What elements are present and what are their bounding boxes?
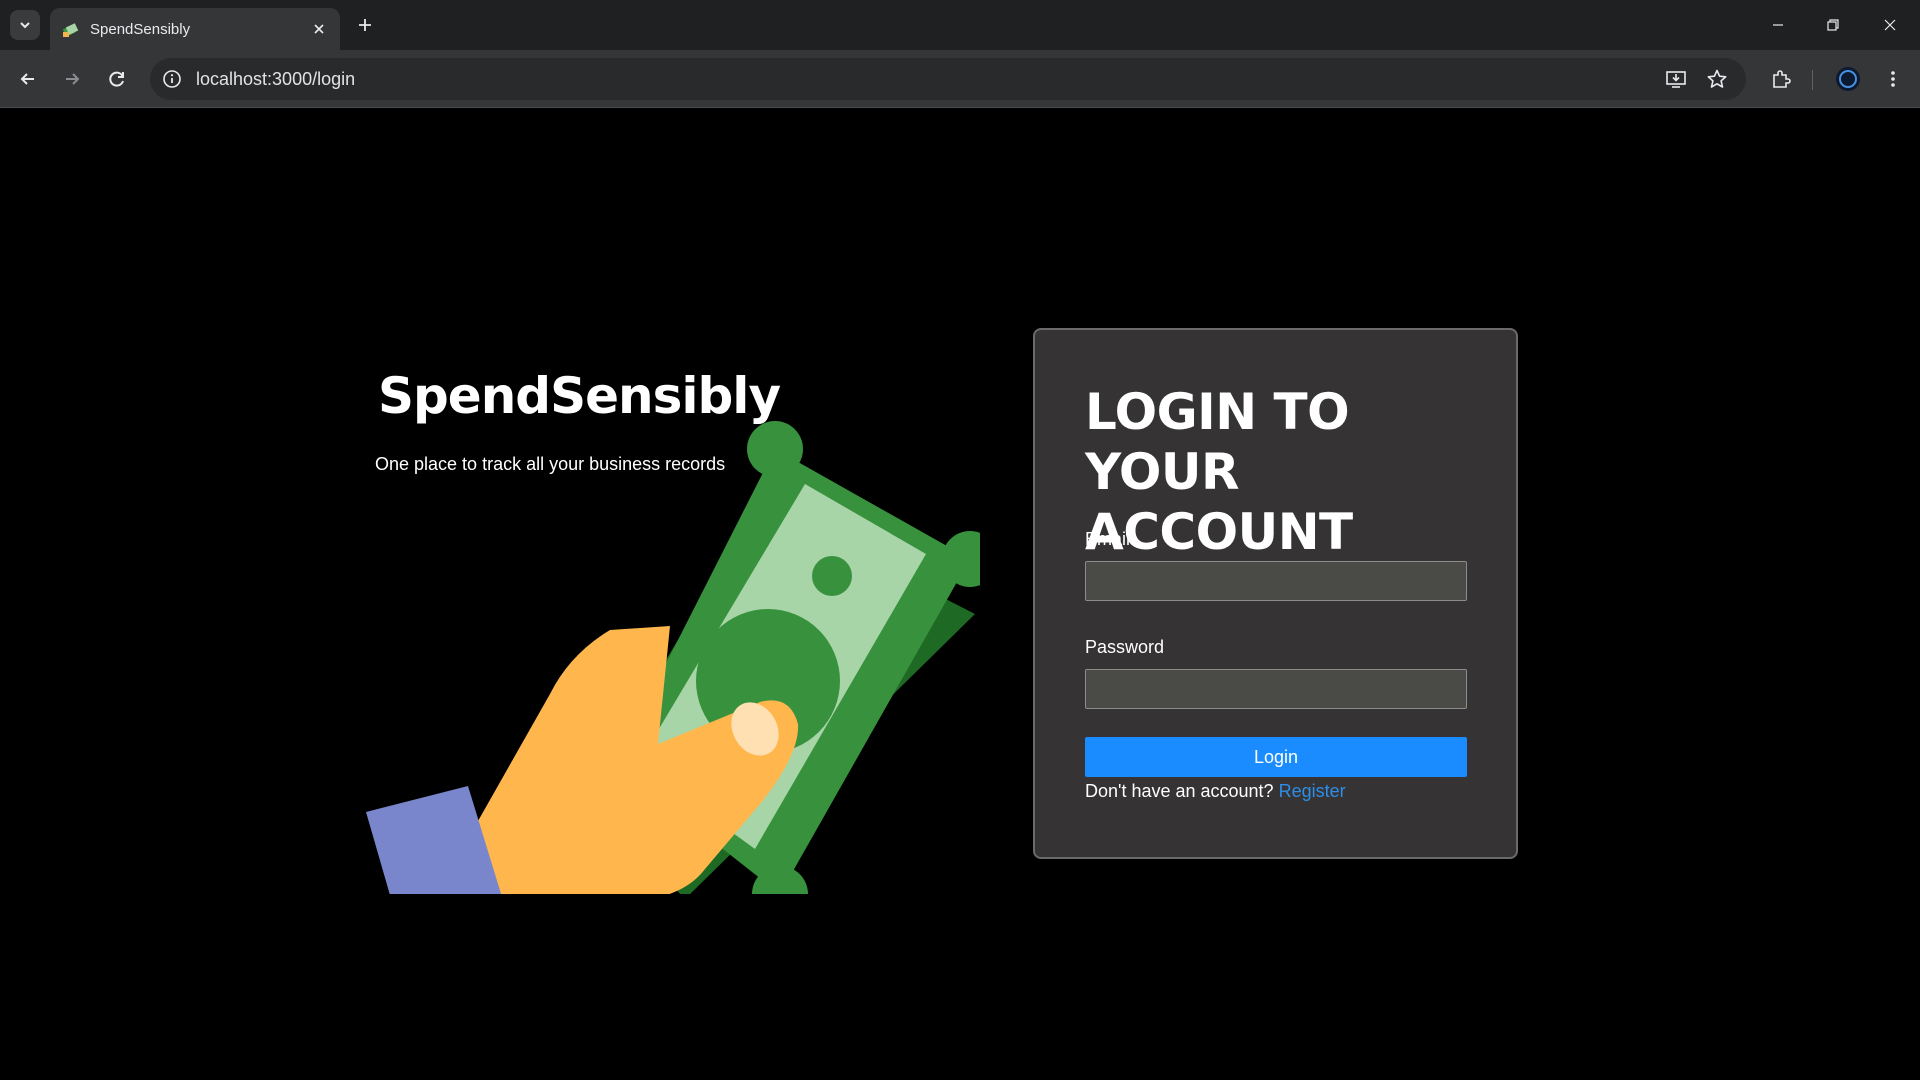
back-button[interactable] bbox=[12, 63, 44, 95]
email-field[interactable] bbox=[1085, 561, 1467, 601]
profile-button[interactable] bbox=[1832, 63, 1864, 95]
menu-icon bbox=[1891, 71, 1895, 87]
info-icon bbox=[163, 70, 181, 88]
page-content: SpendSensibly One place to track all you… bbox=[0, 109, 1920, 1080]
profile-icon bbox=[1836, 67, 1860, 91]
reload-icon bbox=[109, 71, 124, 87]
login-card: LOGIN TO YOUR ACCOUNT Email Password Log… bbox=[1033, 328, 1518, 859]
url-text: localhost:3000/login bbox=[196, 69, 356, 89]
address-bar[interactable]: localhost:3000/login bbox=[150, 58, 1746, 100]
new-tab-button[interactable] bbox=[352, 12, 378, 38]
tab-list-button[interactable] bbox=[10, 10, 40, 40]
active-tab[interactable]: SpendSensibly bbox=[50, 8, 340, 50]
bookmark-button[interactable] bbox=[1703, 65, 1731, 93]
login-heading: LOGIN TO YOUR ACCOUNT bbox=[1085, 383, 1353, 561]
register-link[interactable]: Register bbox=[1279, 781, 1346, 801]
brand-title: SpendSensibly bbox=[378, 367, 781, 425]
back-icon bbox=[20, 73, 34, 85]
browser-toolbar: localhost:3000/login bbox=[0, 50, 1920, 108]
close-icon bbox=[314, 24, 324, 34]
close-icon bbox=[1884, 19, 1896, 31]
minimize-button[interactable] bbox=[1755, 8, 1801, 42]
restore-icon bbox=[1827, 19, 1839, 31]
extensions-icon bbox=[1773, 70, 1791, 88]
browser-tab-bar: SpendSensibly bbox=[0, 0, 1920, 50]
register-prompt-line: Don't have an account? Register bbox=[1085, 781, 1346, 802]
favicon-icon bbox=[62, 23, 79, 37]
brand-tagline: One place to track all your business rec… bbox=[375, 454, 726, 474]
forward-button[interactable] bbox=[56, 63, 88, 95]
site-info-button[interactable] bbox=[158, 65, 186, 93]
reload-button[interactable] bbox=[101, 63, 133, 95]
forward-icon bbox=[66, 73, 80, 85]
minimize-icon bbox=[1773, 24, 1783, 26]
plus-icon bbox=[359, 19, 371, 31]
password-field[interactable] bbox=[1085, 669, 1467, 709]
install-app-button[interactable] bbox=[1662, 65, 1690, 93]
tab-close-button[interactable] bbox=[308, 18, 330, 40]
chevron-down-icon bbox=[20, 22, 30, 29]
register-prompt-text: Don't have an account? bbox=[1085, 781, 1274, 801]
browser-menu-button[interactable] bbox=[1877, 63, 1909, 95]
close-window-button[interactable] bbox=[1867, 8, 1913, 42]
tab-title: SpendSensibly bbox=[90, 21, 191, 38]
restore-button[interactable] bbox=[1810, 8, 1856, 42]
star-icon bbox=[1707, 69, 1727, 88]
login-button[interactable]: Login bbox=[1085, 737, 1467, 777]
email-label: Email bbox=[1085, 529, 1131, 549]
password-label: Password bbox=[1085, 637, 1165, 657]
toolbar-separator bbox=[1812, 70, 1813, 90]
extensions-button[interactable] bbox=[1765, 63, 1797, 95]
install-icon bbox=[1666, 71, 1686, 88]
